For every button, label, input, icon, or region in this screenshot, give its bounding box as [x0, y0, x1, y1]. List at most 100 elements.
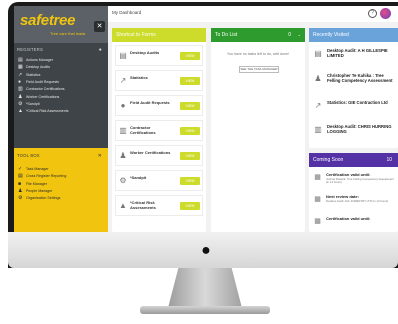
calendar-icon: ▦ — [314, 196, 321, 203]
gears-icon: ⚙ — [119, 176, 127, 185]
recently-visited-title: Recently Visited — [309, 28, 398, 42]
recent-item[interactable]: ▤ Desktop Audit: A H GILLESPIE LIMITED — [311, 45, 396, 68]
coming-soon-header: Coming Soon 10 — [309, 153, 398, 167]
sidebar: safetree Tree care that leads ✕ REGISTER… — [14, 6, 108, 232]
clipboard-icon: ▤ — [314, 49, 322, 58]
safetree-logo[interactable]: safetree — [20, 12, 75, 29]
view-button[interactable]: VIEW — [180, 102, 200, 110]
close-sidebar-icon[interactable]: ✕ — [94, 21, 105, 32]
sidebar-item-label: File Manager — [26, 181, 47, 186]
toolbox-heading: TOOL BOX ✕ — [14, 153, 108, 161]
coming-soon-count: 10 — [386, 157, 392, 163]
shortcut-label: Contractor Certifications — [130, 125, 156, 135]
sidebar-item-file-manager[interactable]: ■ File Manager — [14, 181, 108, 188]
imac-mockup: safetree Tree care that leads ✕ REGISTER… — [0, 0, 398, 324]
report-icon: ▤ — [18, 173, 23, 180]
sidebar-item-statistics[interactable]: ↗ Statistics — [14, 72, 108, 79]
chart-icon: ↗ — [314, 101, 322, 110]
apple-logo-icon: ● — [201, 242, 211, 259]
checklist-icon: ▦ — [18, 64, 23, 71]
sidebar-item-label: *Sandpit — [26, 101, 40, 106]
settings-icon: ⚙ — [18, 195, 23, 202]
recent-item-label: Desktop Audit: A H GILLESPIE LIMITED — [327, 48, 388, 58]
top-bar: My Dashboard ? — [108, 6, 398, 22]
worker-icon: ♟ — [314, 74, 322, 83]
question-circle-icon[interactable]: ? — [368, 9, 377, 18]
building-icon: ▥ — [314, 125, 322, 134]
sidebar-item-label: *Critical Risk Assessments — [26, 109, 69, 114]
registers-heading-label: REGISTERS — [17, 47, 43, 52]
view-button[interactable]: VIEW — [180, 177, 200, 185]
chevron-down-icon[interactable]: ⌄ — [298, 28, 301, 42]
calendar-icon: ▦ — [314, 174, 321, 181]
shortcut-worker-certifications: ♟ Worker Certifications VIEW — [115, 145, 203, 166]
view-button[interactable]: VIEW — [180, 77, 200, 85]
sidebar-item-label: Cross Register Reporting — [26, 174, 67, 179]
user-avatar-icon[interactable] — [380, 8, 391, 19]
logo-tagline: Tree care that leads — [50, 31, 86, 36]
sidebar-item-task-manager[interactable]: ✓ Task Manager — [14, 166, 108, 173]
coming-soon-item-title: Certification valid until: — [326, 216, 371, 221]
coming-soon-item-detail: Desktop Audit: ACL FORESTRY LTD (in 14 h… — [326, 199, 389, 203]
recently-visited-panel: Recently Visited ▤ Desktop Audit: A H GI… — [309, 28, 398, 148]
people-icon: ♟ — [18, 187, 23, 194]
shortcut-contractor-certifications: ▥ Contractor Certifications VIEW — [115, 120, 203, 141]
sidebar-item-cross-register-reporting[interactable]: ▤ Cross Register Reporting — [14, 173, 108, 180]
shortcut-critical-risk-assessments: ▲ *Critical Risk Assessments VIEW — [115, 195, 203, 216]
recent-item-label: Statistics: GIE Contraction Ltd — [327, 100, 388, 105]
monitor-foot — [140, 306, 270, 314]
sidebar-item-label: Worker Certifications — [26, 94, 60, 99]
certificate-icon: ▥ — [119, 126, 127, 135]
view-button[interactable]: VIEW — [180, 152, 200, 160]
recent-item[interactable]: ♟ Christopher Te Kahika : Tree Felling C… — [311, 70, 396, 93]
sidebar-item-contractor-certifications[interactable]: ▥ Contractor Certifications — [14, 86, 108, 93]
coming-soon-item[interactable]: ▦ Next review date: Desktop Audit: ACL F… — [311, 192, 396, 212]
task-manager-button[interactable]: SEE THE TASK MANAGER — [239, 66, 279, 73]
logo-area: safetree Tree care that leads ✕ — [14, 6, 108, 43]
view-button[interactable]: VIEW — [180, 127, 200, 135]
sidebar-item-worker-certifications[interactable]: ♟ Worker Certifications — [14, 94, 108, 101]
sidebar-item-label: Organisation Settings — [26, 196, 61, 201]
shortcut-label: Desktop Audits — [130, 50, 160, 55]
shortcut-label: Statistics — [130, 75, 148, 80]
sidebar-item-organisation-settings[interactable]: ⚙ Organisation Settings — [14, 195, 108, 202]
sidebar-item-desktop-audits[interactable]: ▦ Desktop Audits — [14, 64, 108, 71]
sidebar-item-sandpit[interactable]: ⚙ *Sandpit — [14, 101, 108, 108]
shortcut-sandpit: ⚙ *Sandpit VIEW — [115, 170, 203, 191]
alert-icon: ● — [18, 78, 22, 85]
folder-icon: ■ — [18, 180, 22, 187]
app-screen: safetree Tree care that leads ✕ REGISTER… — [14, 6, 398, 232]
shortcut-field-audit-requests: ● Field Audit Requests VIEW — [115, 95, 203, 116]
shortcuts-panel: Shortcut to Forms ▤ Desktop Audits VIEW … — [112, 28, 206, 232]
coming-soon-panel: Coming Soon 10 ▦ Certification valid unt… — [309, 153, 398, 232]
coming-soon-item[interactable]: ▦ Certification valid until: Joshua Rowa… — [311, 170, 396, 190]
todo-panel: To Do List 0 ⌄ You have no tasks left to… — [211, 28, 305, 232]
recent-item[interactable]: ▥ Desktop Audit: CHRIS HURRING LOGGING — [311, 121, 396, 144]
view-button[interactable]: VIEW — [180, 52, 200, 60]
todo-empty-message: You have no tasks left to do, well done! — [226, 52, 290, 56]
sidebar-item-actions-manager[interactable]: ▤ Actions Manager — [14, 57, 108, 64]
sidebar-item-people-manager[interactable]: ♟ People Manager — [14, 188, 108, 195]
sidebar-item-field-audit-requests[interactable]: ● Field Audit Requests — [14, 79, 108, 86]
register-icon: ▤ — [18, 57, 23, 63]
tools-icon[interactable]: ✕ — [98, 153, 102, 159]
sidebar-item-critical-risk-assessments[interactable]: ▲ *Critical Risk Assessments — [14, 108, 108, 115]
calendar-icon: ▦ — [314, 218, 321, 225]
warning-icon: ▲ — [119, 201, 127, 210]
coming-soon-title: Coming Soon — [313, 157, 344, 163]
sidebar-item-label: Statistics — [26, 72, 41, 77]
chart-icon: ↗ — [119, 76, 127, 85]
sidebar-item-label: Task Manager — [26, 167, 49, 171]
toggle-icon[interactable]: ● — [99, 47, 102, 53]
warning-icon: ▲ — [18, 108, 23, 115]
coming-soon-item[interactable]: ▦ Certification valid until: — [311, 214, 396, 232]
shortcut-statistics: ↗ Statistics VIEW — [115, 70, 203, 91]
shortcut-label: *Critical Risk Assessments — [130, 200, 156, 210]
view-button[interactable]: VIEW — [180, 202, 200, 210]
recent-item-label: Desktop Audit: CHRIS HURRING LOGGING — [327, 124, 392, 134]
breadcrumb: My Dashboard — [112, 10, 142, 15]
recent-item[interactable]: ↗ Statistics: GIE Contraction Ltd — [311, 97, 396, 120]
clipboard-icon: ▤ — [119, 51, 127, 60]
chart-icon: ↗ — [18, 71, 23, 78]
coming-soon-item-detail: Joshua Rowark: Tree Felling Competency A… — [326, 177, 394, 185]
